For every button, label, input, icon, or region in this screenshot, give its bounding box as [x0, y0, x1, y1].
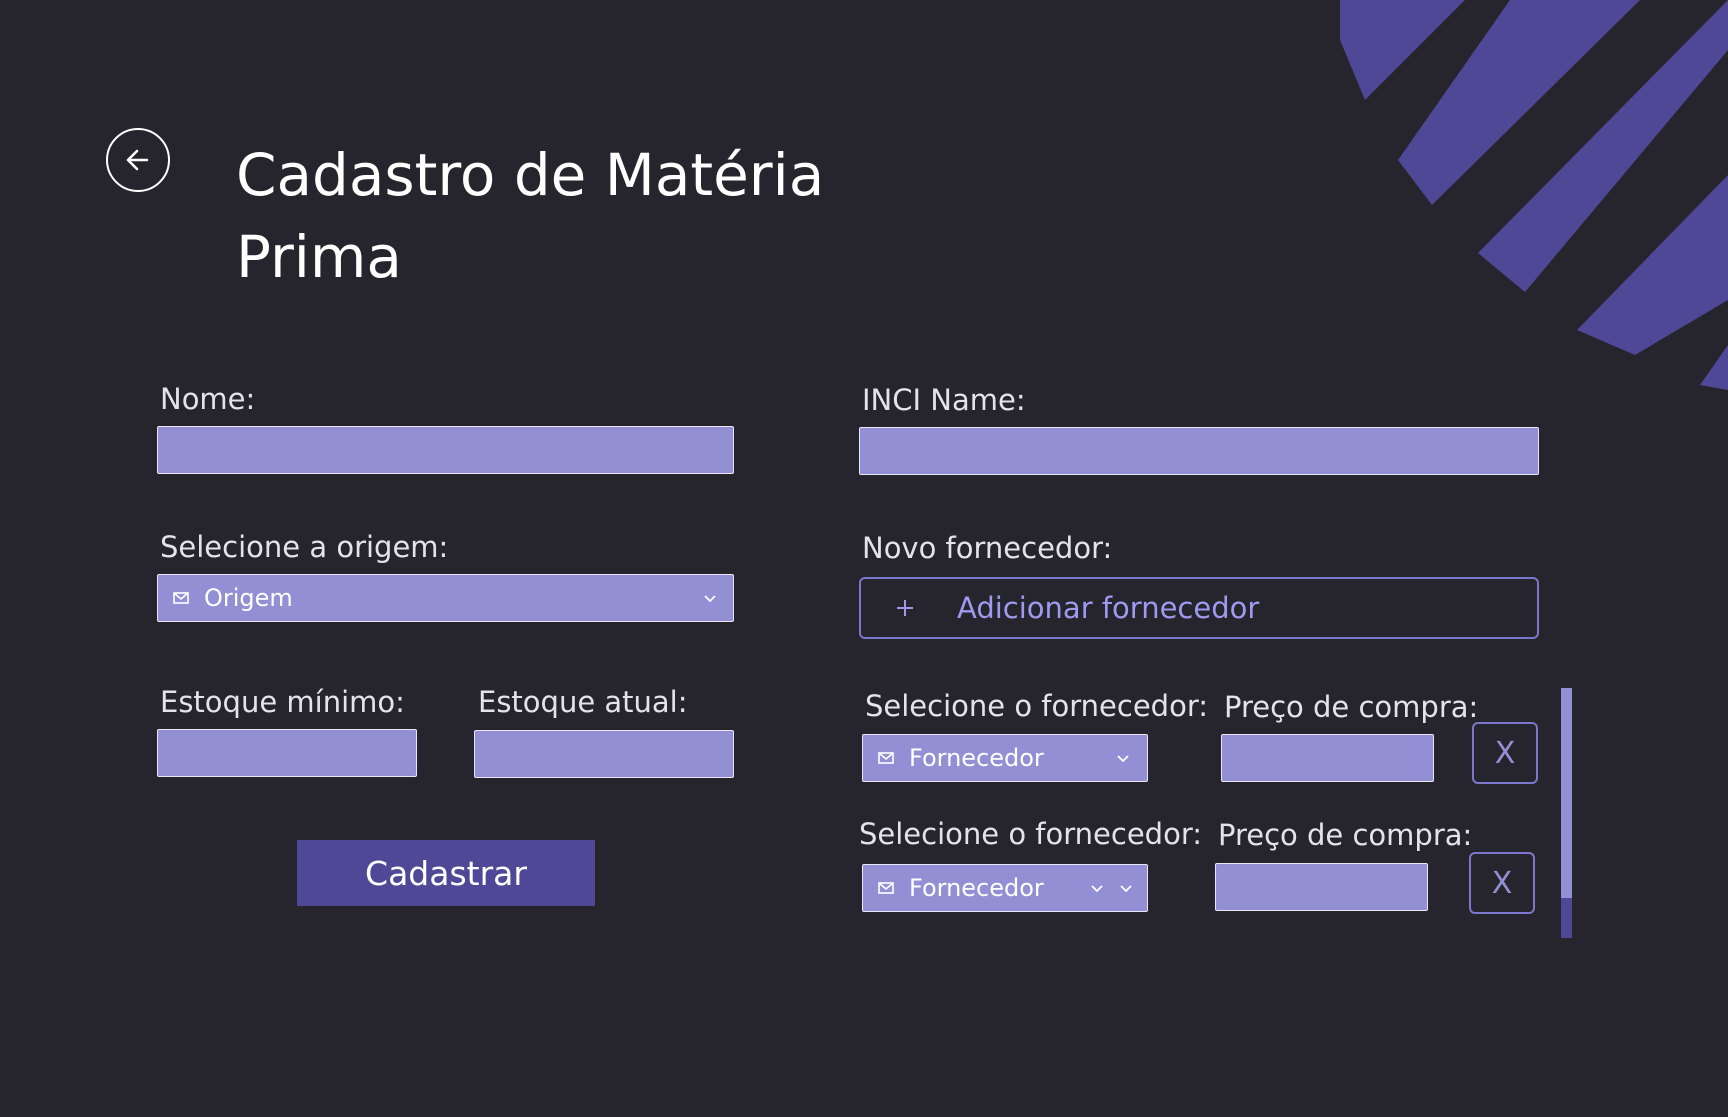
add-fornecedor-label: Adicionar fornecedor: [957, 591, 1260, 625]
fornecedor-select-label: Selecione o fornecedor:: [859, 817, 1203, 851]
origem-select-value: Origem: [204, 584, 293, 612]
page-title-line2: Prima: [236, 223, 402, 291]
back-button[interactable]: [106, 128, 170, 192]
preco-compra-input[interactable]: [1221, 734, 1434, 782]
nome-input[interactable]: [157, 426, 734, 474]
preco-compra-label: Preço de compra:: [1218, 818, 1473, 852]
mail-icon: [877, 879, 895, 897]
cadastrar-button[interactable]: Cadastrar: [297, 840, 595, 906]
remove-fornecedor-button[interactable]: X: [1469, 852, 1535, 914]
preco-compra-label: Preço de compra:: [1224, 690, 1479, 724]
estoque-minimo-input[interactable]: [157, 729, 417, 777]
novo-fornecedor-label: Novo fornecedor:: [862, 531, 1113, 565]
add-fornecedor-button[interactable]: Adicionar fornecedor: [859, 577, 1539, 639]
estoque-atual-label: Estoque atual:: [478, 685, 688, 719]
chevron-down-icon: [1118, 880, 1134, 896]
arrow-left-icon: [123, 145, 153, 175]
page-title-line1: Cadastro de Matéria: [236, 141, 825, 209]
plus-icon: [893, 596, 917, 620]
suppliers-scrollbar[interactable]: [1561, 688, 1572, 938]
remove-fornecedor-button[interactable]: X: [1472, 722, 1538, 784]
scrollbar-thumb[interactable]: [1561, 688, 1572, 898]
page-title: Cadastro de Matéria Prima: [236, 134, 876, 298]
nome-label: Nome:: [160, 382, 256, 416]
fornecedor-select[interactable]: Fornecedor: [862, 734, 1148, 782]
mail-icon: [877, 749, 895, 767]
fornecedor-select-value: Fornecedor: [909, 874, 1044, 902]
origem-select[interactable]: Origem: [157, 574, 734, 622]
fornecedor-select[interactable]: Fornecedor: [862, 864, 1148, 912]
fornecedor-select-label: Selecione o fornecedor:: [865, 689, 1209, 723]
fornecedor-select-value: Fornecedor: [909, 744, 1044, 772]
estoque-atual-input[interactable]: [474, 730, 734, 778]
chevron-down-icon: [1115, 750, 1131, 766]
mail-icon: [172, 589, 190, 607]
estoque-minimo-label: Estoque mínimo:: [160, 685, 405, 719]
inci-name-label: INCI Name:: [862, 383, 1026, 417]
chevron-down-icon: [702, 590, 718, 606]
inci-name-input[interactable]: [859, 427, 1539, 475]
origem-label: Selecione a origem:: [160, 530, 449, 564]
preco-compra-input[interactable]: [1215, 863, 1428, 911]
chevron-down-icon: [1089, 880, 1105, 896]
